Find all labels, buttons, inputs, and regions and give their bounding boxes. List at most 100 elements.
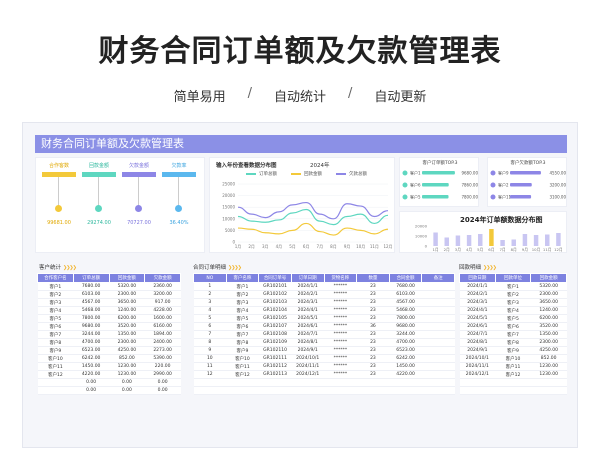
table-row[interactable]: 2024/6/1 客户6 3520.00 [459,322,567,331]
table-cell[interactable]: 客户2 [37,290,74,299]
table-cell[interactable]: GR102105 [258,314,292,323]
table-cell[interactable] [356,386,390,395]
table-cell[interactable] [421,290,455,299]
table-cell[interactable]: 4700.00 [73,338,109,347]
table-row[interactable]: 2024/8/1 客户8 2300.00 [459,338,567,347]
table-cell[interactable]: 2300.00 [109,338,145,347]
table-cell[interactable]: 1350.00 [109,330,145,339]
table-cell[interactable]: 客户9 [495,346,531,355]
table-cell[interactable]: 2300.00 [530,290,567,299]
table-cell[interactable] [421,306,455,315]
table-cell[interactable]: 客户1 [495,282,531,291]
table-cell[interactable]: 1230.00 [530,370,567,379]
table-cell[interactable]: 5468.00 [73,306,109,315]
table-row[interactable] [193,378,455,387]
table-cell[interactable]: ****** [324,282,357,291]
table-row[interactable]: 2024/3/1 客户3 3650.00 [459,298,567,307]
table-cell[interactable]: 11 [193,362,227,371]
table-cell[interactable]: 客户1 [226,282,259,291]
table-cell[interactable]: 客户8 [226,338,259,347]
table-cell[interactable] [459,386,496,395]
table-cell[interactable]: 23 [356,370,390,379]
column-header[interactable]: 货物名称 [323,273,358,283]
table-cell[interactable]: 0.00 [144,386,181,395]
table-cell[interactable]: 客户3 [495,298,531,307]
table-cell[interactable]: 3200.00 [144,290,181,299]
table-cell[interactable] [421,298,455,307]
table-cell[interactable]: 2024/12/1 [459,370,496,379]
table-cell[interactable] [421,282,455,291]
column-header[interactable]: 欠款金额 [144,273,181,283]
table-row[interactable]: 客户3 4567.00 3650.00 917.00 [37,298,181,307]
table-cell[interactable]: 36 [356,322,390,331]
table-cell[interactable] [421,314,455,323]
column-header[interactable]: 合同订单号 [258,273,292,283]
table-cell[interactable]: 0.00 [73,378,109,387]
table-row[interactable]: 客户6 9680.00 3520.00 6160.00 [37,322,181,331]
table-cell[interactable]: 23 [356,362,390,371]
column-header[interactable]: NO [193,273,227,283]
table-cell[interactable]: 4250.00 [109,346,145,355]
table-cell[interactable]: 0.00 [109,378,145,387]
table-cell[interactable]: 2024/3/1 [459,298,496,307]
table-cell[interactable]: 6103.00 [73,290,109,299]
column-header[interactable]: 回款金额 [530,273,567,283]
table-cell[interactable]: 2024/5/1 [291,314,324,323]
table-cell[interactable]: 1240.00 [530,306,567,315]
table-row[interactable]: 6 客户6 GR102107 2024/6/1 ****** 36 9680.00 [193,322,455,331]
table-cell[interactable]: 5320.00 [530,282,567,291]
table-cell[interactable]: 2400.00 [144,338,181,347]
table-cell[interactable]: 客户10 [37,354,74,363]
table-cell[interactable]: 1450.00 [73,362,109,371]
table-cell[interactable] [193,378,227,387]
table-cell[interactable] [226,378,259,387]
table-cell[interactable]: ****** [324,354,357,363]
table-cell[interactable] [530,386,567,395]
table-cell[interactable]: 2024/7/1 [459,330,496,339]
table-cell[interactable]: 2 [193,290,227,299]
table-cell[interactable]: 2024/5/1 [459,314,496,323]
table-cell[interactable]: 1350.00 [530,330,567,339]
table-cell[interactable]: GR102102 [258,290,292,299]
table-cell[interactable]: ****** [324,346,357,355]
table-cell[interactable]: 2024/3/1 [291,298,324,307]
table-cell[interactable]: 2300.00 [109,290,145,299]
table-cell[interactable]: 2024/8/1 [291,338,324,347]
table-cell[interactable] [495,386,531,395]
table-row[interactable]: 客户9 6523.00 4250.00 2273.00 [37,346,181,355]
table-cell[interactable]: 10 [193,354,227,363]
table-row[interactable]: 2024/7/1 客户7 1350.00 [459,330,567,339]
column-header[interactable]: 回款日期 [459,273,496,283]
table-cell[interactable]: 客户9 [37,346,74,355]
table-row[interactable]: 2024/2/1 客户2 2300.00 [459,290,567,299]
table-cell[interactable]: GR102110 [258,346,292,355]
table-cell[interactable]: 852.00 [530,354,567,363]
table-cell[interactable] [291,378,324,387]
table-cell[interactable]: 3520.00 [109,322,145,331]
table-cell[interactable]: 0.00 [73,386,109,395]
table-cell[interactable]: GR102111 [258,354,292,363]
table-cell[interactable] [421,362,455,371]
table-cell[interactable]: 2024/4/1 [459,306,496,315]
table-cell[interactable]: 2024/1/1 [459,282,496,291]
table-cell[interactable]: ****** [324,330,357,339]
table-row[interactable]: 2024/5/1 客户5 6200.00 [459,314,567,323]
table-cell[interactable]: GR102108 [258,330,292,339]
table-cell[interactable] [421,378,455,387]
table-cell[interactable]: 7800.00 [73,314,109,323]
table-cell[interactable]: 5320.00 [109,282,145,291]
table-cell[interactable]: 2024/9/1 [291,346,324,355]
table-cell[interactable]: 客户6 [495,322,531,331]
table-cell[interactable]: 6523.00 [389,346,422,355]
table-cell[interactable]: 4 [193,306,227,315]
table-cell[interactable]: 3244.00 [389,330,422,339]
table-cell[interactable] [530,378,567,387]
table-cell[interactable] [324,386,357,395]
table-cell[interactable]: 客户5 [37,314,74,323]
table-cell[interactable]: 4567.00 [389,298,422,307]
table-cell[interactable]: 2024/1/1 [291,282,324,291]
table-cell[interactable]: 2024/9/1 [459,346,496,355]
column-header[interactable]: 回款金额 [108,273,146,283]
table-cell[interactable] [291,386,324,395]
table-cell[interactable]: 客户5 [495,314,531,323]
